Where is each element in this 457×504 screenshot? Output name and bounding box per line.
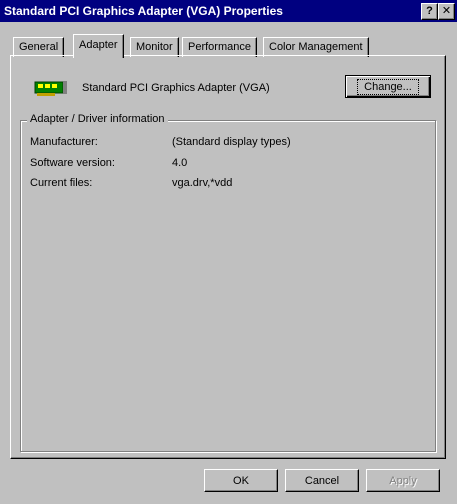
tab-label: Adapter xyxy=(79,39,118,51)
driver-info-label: Adapter / Driver information xyxy=(27,113,168,125)
help-button[interactable]: ? xyxy=(421,3,438,20)
graphics-card-icon xyxy=(33,79,69,97)
cancel-button[interactable]: Cancel xyxy=(285,469,359,492)
current-files-label: Current files: xyxy=(30,177,93,189)
change-button-label: Change... xyxy=(357,79,419,95)
manufacturer-label: Manufacturer: xyxy=(30,136,98,148)
close-icon: ✕ xyxy=(441,5,452,17)
tab-monitor[interactable]: Monitor xyxy=(130,37,179,57)
apply-button[interactable]: Apply xyxy=(366,469,440,492)
tab-color-management[interactable]: Color Management xyxy=(263,37,369,57)
manufacturer-value: (Standard display types) xyxy=(172,136,291,148)
cancel-button-label: Cancel xyxy=(304,475,340,487)
window-title: Standard PCI Graphics Adapter (VGA) Prop… xyxy=(4,4,283,18)
ok-button[interactable]: OK xyxy=(204,469,278,492)
title-bar[interactable]: Standard PCI Graphics Adapter (VGA) Prop… xyxy=(0,0,457,22)
software-version-label: Software version: xyxy=(30,157,115,169)
software-version-value: 4.0 xyxy=(172,157,188,169)
tab-label: Performance xyxy=(188,41,251,53)
change-button[interactable]: Change... xyxy=(345,75,431,98)
driver-info-groupbox xyxy=(20,120,436,452)
close-button[interactable]: ✕ xyxy=(438,3,455,20)
current-files-value: vga.drv,*vdd xyxy=(172,177,233,189)
tab-label: General xyxy=(19,41,59,53)
help-icon: ? xyxy=(426,5,433,17)
tab-adapter[interactable]: Adapter xyxy=(73,34,124,58)
tab-label: Color Management xyxy=(269,41,363,53)
tab-label: Monitor xyxy=(136,41,173,53)
adapter-name: Standard PCI Graphics Adapter (VGA) xyxy=(82,82,270,94)
tab-performance[interactable]: Performance xyxy=(182,37,257,57)
apply-button-label: Apply xyxy=(389,475,417,487)
ok-button-label: OK xyxy=(233,475,249,487)
tab-general[interactable]: General xyxy=(13,37,65,57)
